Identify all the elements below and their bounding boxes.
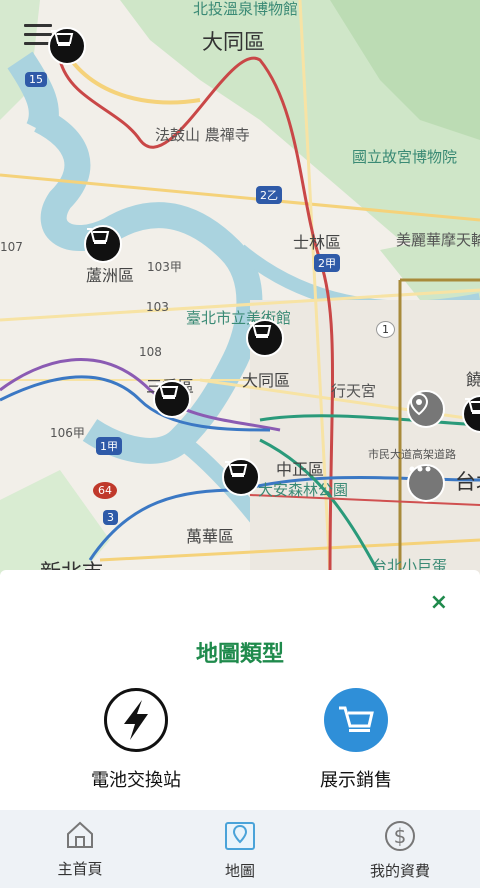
shopping-cart-icon <box>87 228 110 244</box>
location-cluster-marker[interactable] <box>407 390 445 428</box>
road-shield-3: 3 <box>103 510 118 525</box>
shopping-cart-icon <box>156 383 179 399</box>
map-type-sheet: × 地圖類型 電池交換站 展示銷售 <box>0 570 480 810</box>
nav-label: 地圖 <box>224 862 255 880</box>
map-label-daan-park: 大安森林公園 <box>258 481 349 499</box>
map-label-miramar: 美麗華摩天輪 <box>396 231 480 249</box>
shopping-cart-icon <box>225 461 248 477</box>
menu-line <box>24 33 52 36</box>
map-label-xingtian: 行天宮 <box>331 382 377 400</box>
svg-text:$: $ <box>394 824 407 848</box>
option-battery-station[interactable]: 電池交換站 <box>66 688 206 792</box>
road-label-107: 107 <box>0 240 23 254</box>
shopping-cart-icon <box>324 688 388 752</box>
road-shield-1jia: 1甲 <box>96 437 122 455</box>
shop-marker[interactable] <box>246 319 284 357</box>
road-shield-2jia: 2甲 <box>314 254 340 272</box>
map-label-beitou-museum: 北投溫泉博物館 <box>193 0 299 18</box>
road-shield-64: 64 <box>93 482 117 499</box>
menu-line <box>24 24 52 27</box>
shopping-cart-icon <box>249 322 272 338</box>
option-label: 展示銷售 <box>320 770 392 791</box>
shop-marker[interactable] <box>153 380 191 418</box>
bottom-nav: 主首頁 地圖 $ 我的資費 <box>0 810 480 888</box>
shop-marker[interactable] <box>222 458 260 496</box>
road-shield-2z: 2乙 <box>256 186 282 204</box>
more-dots-icon <box>409 466 431 472</box>
location-pin-icon <box>409 392 429 416</box>
map-label-edge: 饒 <box>466 370 480 389</box>
more-cluster-marker[interactable] <box>407 464 445 502</box>
map-icon <box>225 822 255 850</box>
road-label-103jia: 103甲 <box>147 260 182 274</box>
map-label-palace-museum: 國立故宮博物院 <box>352 148 458 166</box>
road-label-106jia: 106甲 <box>50 426 85 440</box>
nav-item-map[interactable]: 地圖 <box>180 820 300 881</box>
shop-marker[interactable] <box>48 27 86 65</box>
nav-item-home[interactable]: 主首頁 <box>20 820 140 879</box>
map-label-luzhou: 蘆洲區 <box>86 266 135 285</box>
nav-item-my-plan[interactable]: $ 我的資費 <box>340 820 460 881</box>
lightning-icon <box>104 688 168 752</box>
home-icon <box>67 821 93 848</box>
close-button[interactable]: × <box>430 590 448 615</box>
nav-label: 主首頁 <box>57 860 103 878</box>
option-showroom[interactable]: 展示銷售 <box>286 688 426 792</box>
shop-marker[interactable] <box>84 225 122 263</box>
road-shield-15: 15 <box>25 72 47 87</box>
map-label-wanhua: 萬華區 <box>186 527 235 546</box>
map-label-fagushan: 法鼓山 農禪寺 <box>155 126 250 144</box>
shopping-cart-icon <box>51 30 74 46</box>
option-label: 電池交換站 <box>91 770 181 791</box>
map-label-tai: 台北 <box>455 470 480 494</box>
map-label-shilin: 士林區 <box>293 233 342 252</box>
map-label-zhongzheng: 中正區 <box>276 460 325 479</box>
dollar-icon: $ <box>385 821 415 851</box>
map-label-expressway: 市民大道高架道路 <box>368 448 456 461</box>
nav-label: 我的資費 <box>369 862 430 880</box>
road-label-103: 103 <box>146 300 169 314</box>
road-shield-1: 1 <box>376 321 395 338</box>
shopping-cart-icon <box>465 398 480 414</box>
road-label-108: 108 <box>139 345 162 359</box>
sheet-title: 地圖類型 <box>195 642 284 667</box>
map-label-datong-top: 大同區 <box>202 30 265 54</box>
map-view[interactable]: 北投溫泉博物館 大同區 法鼓山 農禪寺 國立故宮博物院 士林區 美麗華摩天輪 蘆… <box>0 0 480 575</box>
map-label-datong: 大同區 <box>242 371 291 390</box>
